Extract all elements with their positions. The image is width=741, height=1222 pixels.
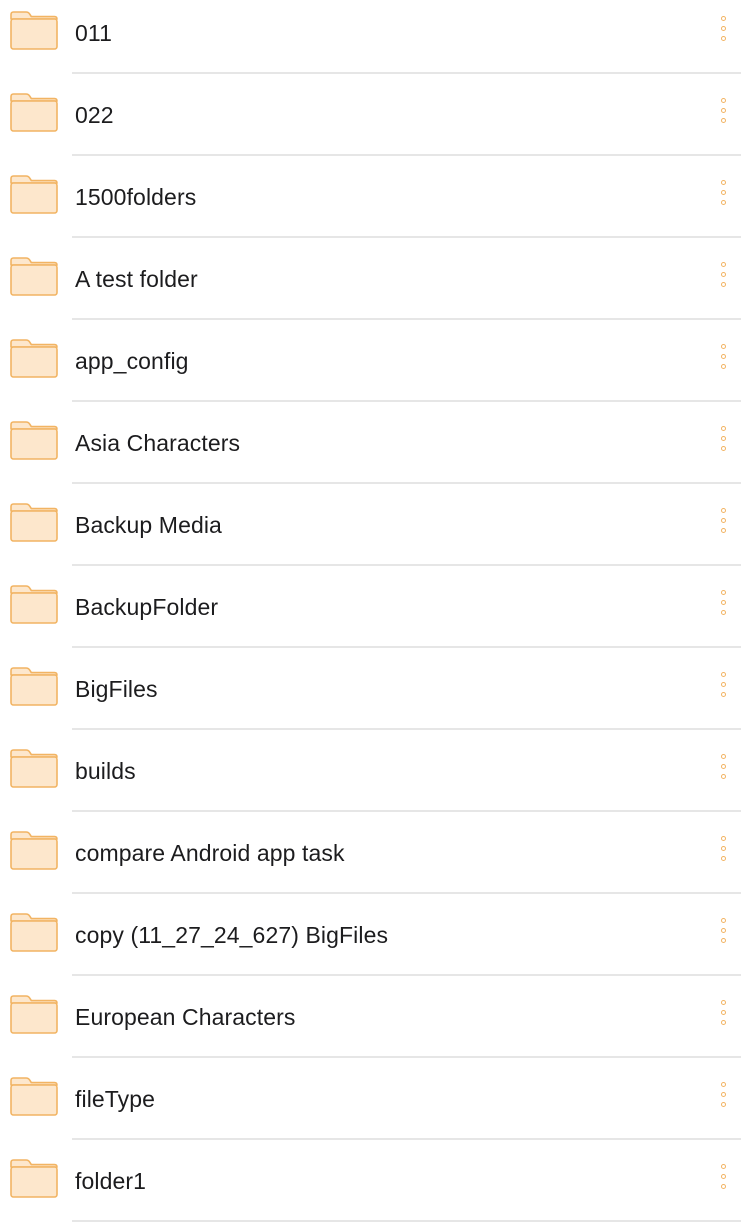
- folder-name: 022: [75, 102, 114, 128]
- folder-name: builds: [75, 758, 136, 784]
- folder-name: A test folder: [75, 266, 198, 292]
- folder-icon: [9, 1076, 59, 1117]
- folder-icon: [9, 174, 59, 215]
- folder-icon: [9, 420, 59, 461]
- folder-icon: [9, 1158, 59, 1199]
- more-options-button[interactable]: [711, 828, 741, 878]
- folder-row[interactable]: European Characters: [0, 976, 741, 1058]
- folder-icon: [9, 502, 59, 543]
- folder-row[interactable]: compare Android app task: [0, 812, 741, 894]
- folder-row[interactable]: BigFiles: [0, 648, 741, 730]
- folder-name: compare Android app task: [75, 840, 345, 866]
- folder-name: 011: [75, 20, 112, 46]
- folder-row[interactable]: BackupFolder: [0, 566, 741, 648]
- folder-name: Backup Media: [75, 512, 222, 538]
- more-options-button[interactable]: [711, 664, 741, 714]
- folder-row[interactable]: Backup Media: [0, 484, 741, 566]
- folder-icon: [9, 912, 59, 953]
- more-options-button[interactable]: [711, 254, 741, 304]
- more-options-button[interactable]: [711, 172, 741, 222]
- folder-name: European Characters: [75, 1004, 296, 1030]
- folder-icon: [9, 994, 59, 1035]
- folder-name: app_config: [75, 348, 189, 374]
- folder-list: 011 022 1500folders A test folder app_co…: [0, 0, 741, 1222]
- folder-icon: [9, 830, 59, 871]
- folder-name: Asia Characters: [75, 430, 241, 456]
- more-options-button[interactable]: [711, 582, 741, 632]
- folder-row[interactable]: 011: [0, 0, 741, 74]
- folder-icon: [9, 748, 59, 789]
- more-options-button[interactable]: [711, 910, 741, 960]
- folder-row[interactable]: fileType: [0, 1058, 741, 1140]
- more-options-button[interactable]: [711, 90, 741, 140]
- folder-icon: [9, 92, 59, 133]
- more-options-button[interactable]: [711, 418, 741, 468]
- folder-row[interactable]: builds: [0, 730, 741, 812]
- folder-name: fileType: [75, 1086, 156, 1112]
- folder-row[interactable]: 1500folders: [0, 156, 741, 238]
- more-options-button[interactable]: [711, 1074, 741, 1124]
- folder-name: copy (11_27_24_627) BigFiles: [75, 922, 389, 948]
- folder-row[interactable]: 022: [0, 74, 741, 156]
- folder-row[interactable]: app_config: [0, 320, 741, 402]
- folder-row[interactable]: folder1: [0, 1140, 741, 1222]
- folder-name: folder1: [75, 1168, 147, 1194]
- folder-icon: [9, 584, 59, 625]
- more-options-button[interactable]: [711, 8, 741, 58]
- more-options-button[interactable]: [711, 500, 741, 550]
- folder-row[interactable]: Asia Characters: [0, 402, 741, 484]
- folder-icon: [9, 10, 59, 51]
- more-options-button[interactable]: [711, 1156, 741, 1206]
- folder-icon: [9, 256, 59, 297]
- folder-name: BigFiles: [75, 676, 158, 702]
- more-options-button[interactable]: [711, 336, 741, 386]
- folder-row[interactable]: copy (11_27_24_627) BigFiles: [0, 894, 741, 976]
- folder-icon: [9, 338, 59, 379]
- folder-row[interactable]: A test folder: [0, 238, 741, 320]
- folder-name: 1500folders: [75, 184, 197, 210]
- more-options-button[interactable]: [711, 992, 741, 1042]
- more-options-button[interactable]: [711, 746, 741, 796]
- folder-name: BackupFolder: [75, 594, 219, 620]
- folder-icon: [9, 666, 59, 707]
